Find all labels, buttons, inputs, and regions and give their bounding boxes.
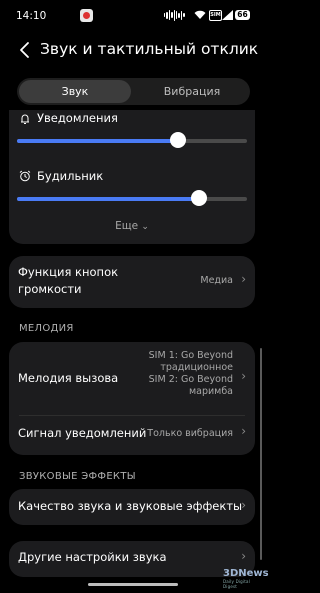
watermark-logo: 3DNews Daily Digital Digest	[223, 568, 269, 590]
page-title: Звук и тактильный отклик	[40, 40, 259, 58]
ringtone-value-line: SIM 1: Go Beyond	[148, 350, 233, 361]
notifications-volume-thumb[interactable]	[170, 132, 186, 148]
divider	[19, 415, 245, 416]
ringtone-title: Мелодия вызова	[18, 371, 119, 385]
alarm-volume-fill	[17, 197, 199, 201]
alarm-volume-thumb[interactable]	[190, 190, 207, 206]
battery-icon: 66	[235, 10, 250, 20]
app-notification-icon	[80, 9, 93, 22]
section-header-melody: МЕЛОДИЯ	[19, 323, 74, 334]
volume-buttons-title: Функция кнопок громкости	[18, 264, 118, 298]
alarm-volume-label: Будильник	[37, 169, 104, 183]
chevron-down-icon: ⌄	[141, 222, 149, 232]
chevron-right-icon: ›	[241, 272, 246, 286]
ringtone-row[interactable]: Мелодия вызова SIM 1: Go Beyond традицио…	[18, 348, 246, 410]
status-bar: 14:10 SIM 66	[0, 0, 265, 30]
chevron-right-icon: ›	[241, 549, 246, 563]
scrollbar[interactable]	[260, 348, 262, 560]
ringtone-value-line: традиционное	[160, 362, 233, 373]
volume-buttons-title-line1: Функция кнопок	[18, 265, 119, 279]
tab-vibration[interactable]: Вибрация	[134, 78, 250, 105]
volume-buttons-title-line2: громкости	[18, 282, 82, 296]
volume-card: Уведомления Будильник Еще ⌄	[9, 110, 255, 244]
notifications-volume-fill	[17, 139, 178, 143]
audio-wave-icon	[164, 9, 186, 21]
more-button[interactable]: Еще ⌄	[9, 220, 255, 232]
alarm-clock-icon	[19, 170, 31, 182]
ringtone-value-line: маримба	[188, 386, 233, 397]
notification-signal-row[interactable]: Сигнал уведомлений Только вибрация ›	[18, 424, 246, 444]
sim-icon: SIM	[209, 10, 222, 21]
chevron-right-icon: ›	[241, 498, 246, 512]
notifications-volume-slider[interactable]	[17, 132, 247, 148]
other-settings-card[interactable]: Другие настройки звука ›	[9, 541, 255, 577]
notification-signal-value: Только вибрация	[147, 428, 233, 439]
watermark-tagline: Daily Digital Digest	[223, 579, 250, 589]
ringtone-value: SIM 1: Go Beyond традиционное SIM 2: Go …	[149, 350, 233, 398]
sound-quality-row[interactable]: Качество звука и звуковые эффекты ›	[18, 498, 246, 518]
signal-icon	[222, 10, 233, 20]
notification-signal-title: Сигнал уведомлений	[18, 426, 147, 440]
other-settings-row[interactable]: Другие настройки звука ›	[18, 549, 246, 569]
section-header-sound-effects: ЗВУКОВЫЕ ЭФФЕКТЫ	[19, 471, 136, 482]
tab-sound[interactable]: Звук	[17, 78, 133, 105]
sound-quality-title: Качество звука и звуковые эффекты	[18, 499, 243, 513]
volume-buttons-value: Медиа	[200, 275, 233, 286]
volume-buttons-card[interactable]: Функция кнопок громкости Медиа ›	[9, 256, 255, 308]
wifi-icon	[194, 10, 206, 19]
more-label: Еще	[115, 220, 139, 232]
back-arrow-icon[interactable]	[16, 38, 36, 62]
notifications-volume-label: Уведомления	[37, 111, 118, 125]
volume-buttons-row[interactable]: Функция кнопок громкости Медиа ›	[18, 264, 246, 300]
chevron-right-icon: ›	[241, 369, 246, 383]
ringtone-value-line: SIM 2: Go Beyond	[148, 374, 233, 385]
watermark-brand: 3DNews	[223, 568, 269, 579]
home-indicator[interactable]	[88, 583, 178, 586]
chevron-right-icon: ›	[241, 424, 246, 438]
status-time: 14:10	[16, 10, 47, 22]
other-settings-title: Другие настройки звука	[18, 550, 167, 564]
melody-card: Мелодия вызова SIM 1: Go Beyond традицио…	[9, 342, 255, 455]
sound-effects-card[interactable]: Качество звука и звуковые эффекты ›	[9, 489, 255, 525]
alarm-volume-slider[interactable]	[17, 190, 247, 206]
sound-vibration-tabs: Звук Вибрация	[17, 78, 250, 105]
bell-icon	[21, 114, 29, 124]
